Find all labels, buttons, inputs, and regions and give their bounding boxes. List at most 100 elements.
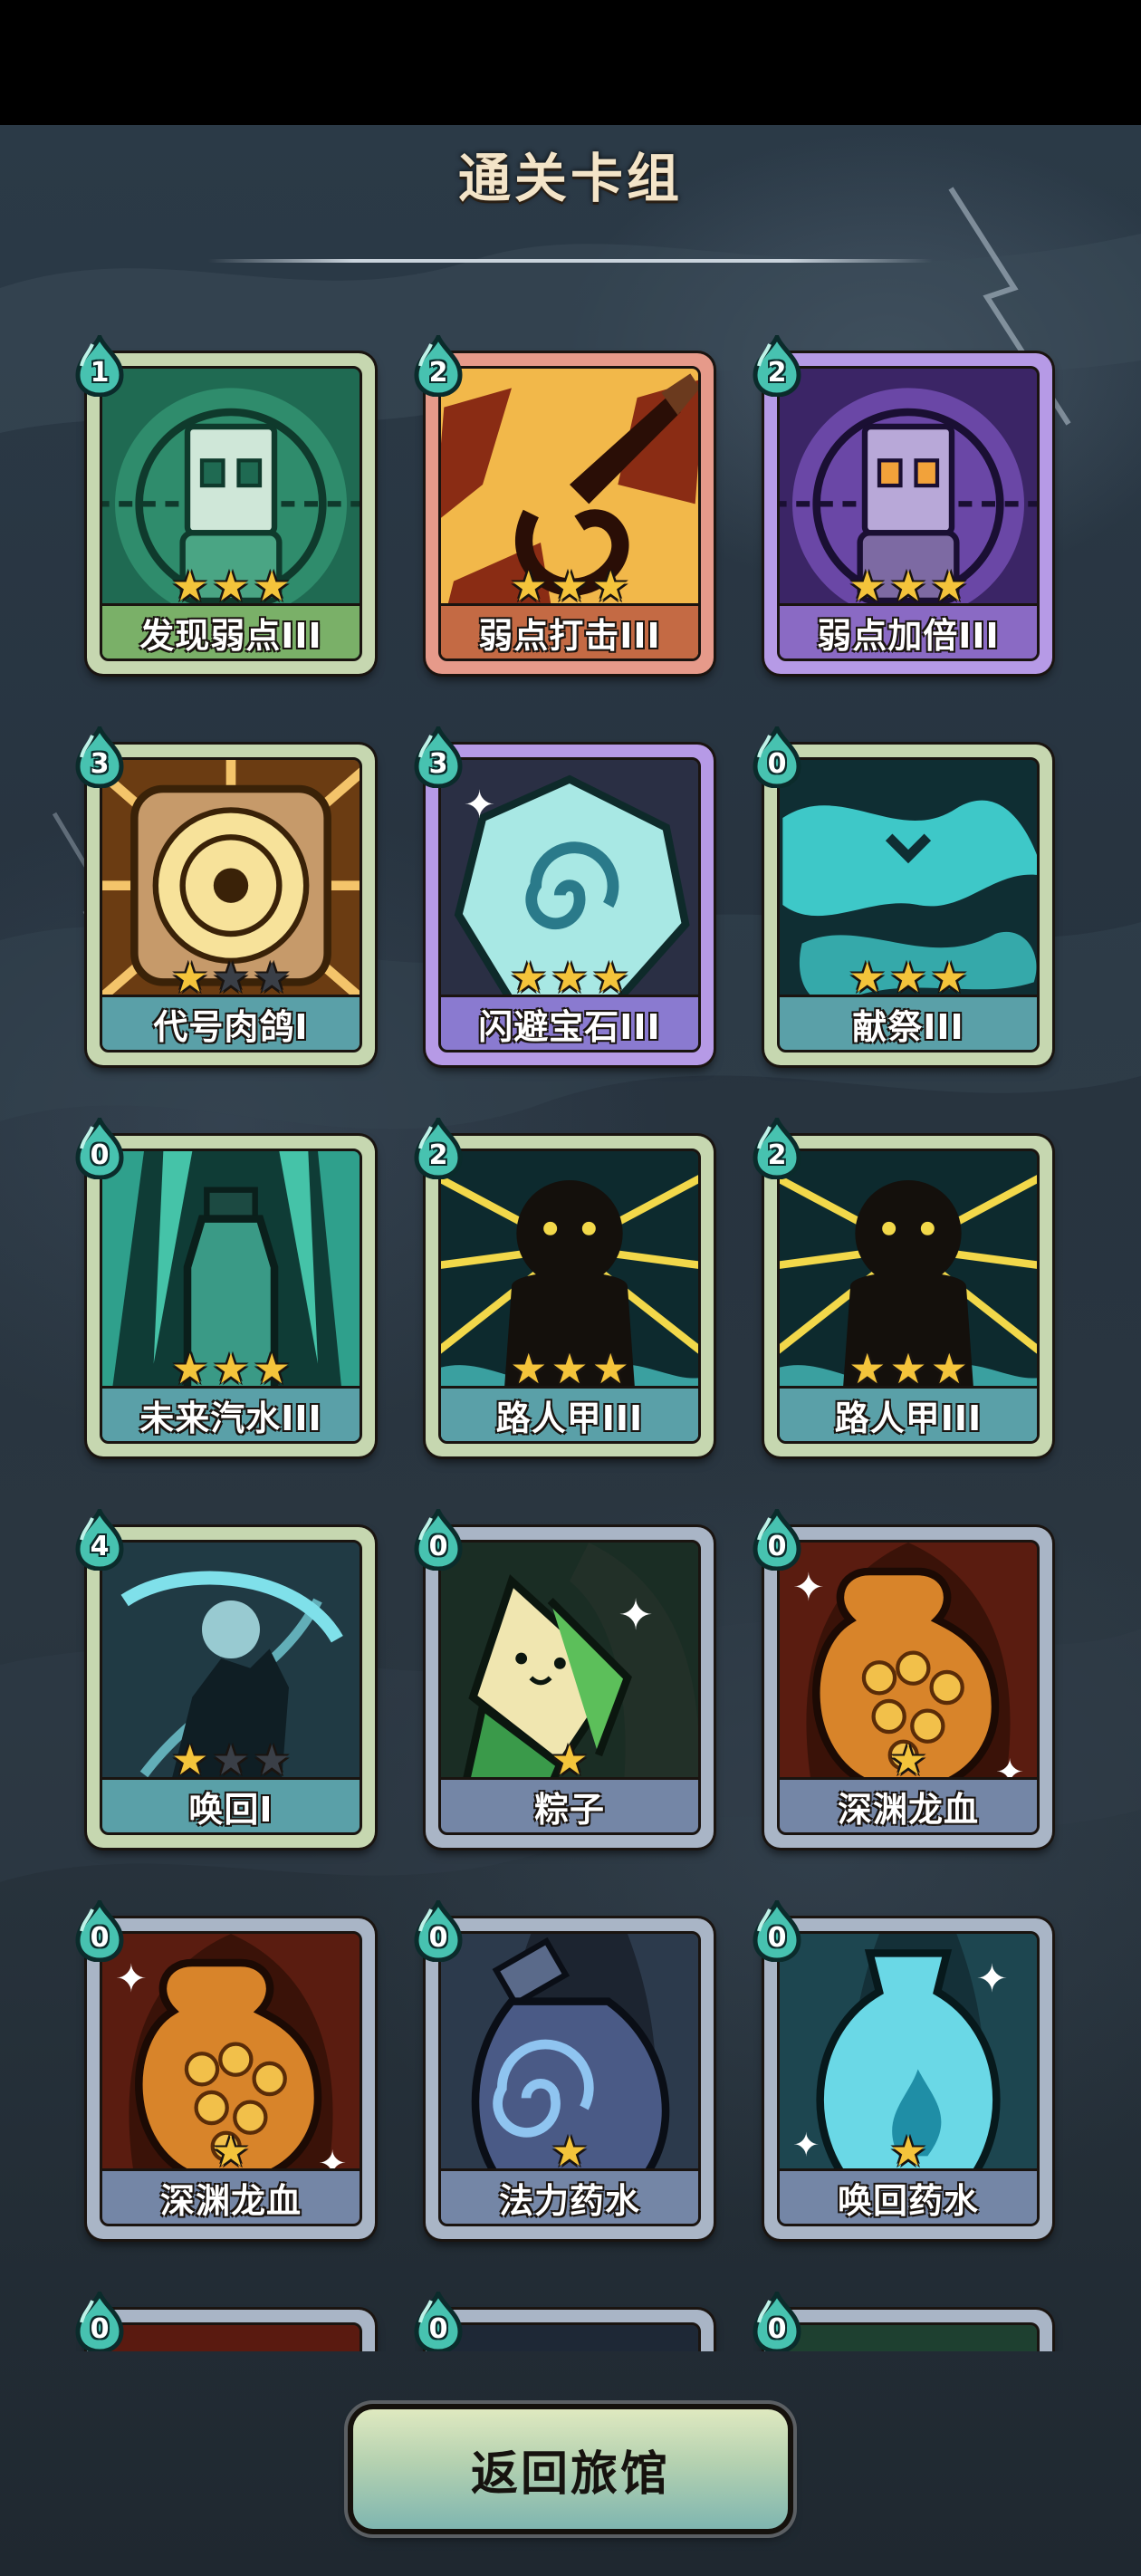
card-star-rating: ★ ★ ★ (102, 1738, 360, 1782)
card-name-bar: 路人甲III (780, 1386, 1037, 1441)
deck-card[interactable]: 0 (753, 2292, 1052, 2351)
card-face: ★ 法力药水 (438, 1931, 701, 2226)
deck-card[interactable]: ✦ ✦ ★ 唤回药水 0 (753, 1900, 1052, 2243)
star-filled-icon: ★ (212, 2127, 250, 2176)
return-to-inn-button[interactable]: 返回旅馆 (353, 2409, 788, 2529)
card-cost-badge: 0 (752, 2292, 802, 2351)
deck-card[interactable]: ★ ★ ★ 路人甲III 2 (414, 1118, 714, 1460)
card-name-bar: 唤回I (102, 1777, 360, 1832)
card-face: ✦ ✦ ★ 唤回药水 (777, 1931, 1040, 2226)
deck-card[interactable]: ★ ★ ★ 弱点加倍III 2 (753, 335, 1052, 678)
card-name-bar: 粽子 (441, 1777, 698, 1832)
card-frame: ✦ ★ ★ ★ 闪避宝石III (426, 745, 714, 1065)
card-name: 深渊龙血 (837, 1789, 979, 1830)
card-frame: ✦ ✦ ★ 唤回药水 (764, 1918, 1052, 2239)
star-filled-icon: ★ (212, 1344, 250, 1393)
card-name: 路人甲III (834, 1398, 983, 1438)
star-filled-icon: ★ (551, 2127, 589, 2176)
svg-text:✦: ✦ (464, 783, 496, 828)
card-cost: 0 (90, 1922, 110, 1954)
deck-card[interactable]: ★ ★ ★ 路人甲III 2 (753, 1118, 1052, 1460)
card-cost: 0 (428, 1922, 448, 1954)
star-filled-icon: ★ (171, 1735, 209, 1784)
card-star-rating: ★ (780, 2129, 1037, 2173)
card-star-rating: ★ ★ ★ (780, 1347, 1037, 1390)
star-filled-icon: ★ (591, 562, 629, 610)
card-face (777, 2322, 1040, 2351)
card-name-bar: 未来汽水III (102, 1386, 360, 1441)
deck-card[interactable]: ✦ ★ ★ ★ 闪避宝石III 3 (414, 726, 714, 1069)
card-cost-badge: 0 (413, 1900, 464, 1962)
card-name: 献祭III (852, 1006, 964, 1047)
card-cost-badge: 3 (74, 726, 125, 788)
deck-card[interactable]: ★ ★ ★ 代号肉鸽I 3 (75, 726, 375, 1069)
card-cost-badge: 0 (752, 1900, 802, 1962)
card-name: 路人甲III (495, 1398, 644, 1438)
card-star-rating: ★ (441, 1738, 698, 1782)
deck-card[interactable]: ★ ★ ★ 发现弱点III 1 (75, 335, 375, 678)
card-star-rating: ★ ★ ★ (780, 564, 1037, 608)
star-filled-icon: ★ (171, 953, 209, 1002)
card-face: ★ ★ ★ 弱点加倍III (777, 366, 1040, 661)
star-filled-icon: ★ (930, 1344, 968, 1393)
card-name-bar: 法力药水 (441, 2168, 698, 2224)
svg-text:✦: ✦ (618, 1591, 653, 1640)
card-star-rating: ★ (102, 2129, 360, 2173)
star-filled-icon: ★ (930, 562, 968, 610)
card-frame: ✦ ✦ ★ 深渊龙血 (87, 1918, 375, 2239)
card-name: 粽子 (533, 1789, 605, 1830)
card-star-rating: ★ ★ ★ (780, 956, 1037, 999)
star-filled-icon: ★ (551, 953, 589, 1002)
star-filled-icon: ★ (510, 1344, 548, 1393)
deck-card[interactable]: ★ ★ ★ 献祭III 0 (753, 726, 1052, 1069)
card-face: ★ ★ ★ 弱点打击III (438, 366, 701, 661)
star-filled-icon: ★ (889, 562, 927, 610)
card-cost-badge: 2 (413, 335, 464, 397)
card-cost-badge: 1 (74, 335, 125, 397)
card-frame (426, 2310, 714, 2351)
star-empty-icon: ★ (212, 953, 250, 1002)
card-frame: ★ ★ ★ 唤回I (87, 1527, 375, 1848)
card-frame: ★ ★ ★ 弱点加倍III (764, 353, 1052, 674)
card-frame (764, 2310, 1052, 2351)
deck-card[interactable]: ✦ ✦ ★ 深渊龙血 0 (75, 1900, 375, 2243)
card-name-bar: 献祭III (780, 995, 1037, 1050)
card-cost: 0 (428, 1531, 448, 1562)
card-name: 唤回I (188, 1789, 273, 1830)
card-face: ★ ★ ★ 路人甲III (777, 1149, 1040, 1444)
card-cost: 0 (90, 1139, 110, 1171)
deck-card[interactable]: ✦ ★ 粽子 0 (414, 1509, 714, 1851)
star-empty-icon: ★ (253, 1735, 291, 1784)
card-cost: 0 (767, 1922, 787, 1954)
deck-card[interactable]: ★ ★ ★ 未来汽水III 0 (75, 1118, 375, 1460)
return-to-inn-label: 返回旅馆 (470, 2446, 670, 2502)
card-frame: ★ ★ ★ 路人甲III (426, 1136, 714, 1456)
card-name-bar: 深渊龙血 (102, 2168, 360, 2224)
card-name-bar: 深渊龙血 (780, 1777, 1037, 1832)
star-filled-icon: ★ (551, 562, 589, 610)
card-face: ★ ★ ★ 唤回I (100, 1540, 362, 1835)
star-filled-icon: ★ (889, 953, 927, 1002)
star-filled-icon: ★ (510, 562, 548, 610)
card-star-rating: ★ ★ ★ (102, 1347, 360, 1390)
deck-card[interactable]: 0 (414, 2292, 714, 2351)
card-face: ✦ ★ 粽子 (438, 1540, 701, 1835)
star-empty-icon: ★ (253, 953, 291, 1002)
deck-card[interactable]: 0 (75, 2292, 375, 2351)
deck-card[interactable]: ★ 法力药水 0 (414, 1900, 714, 2243)
deck-card[interactable]: ★ ★ ★ 唤回I 4 (75, 1509, 375, 1851)
card-name-bar: 弱点打击III (441, 603, 698, 658)
card-cost-badge: 0 (752, 726, 802, 788)
card-cost: 0 (767, 1531, 787, 1562)
card-name: 弱点加倍III (817, 615, 1000, 656)
card-cost: 3 (90, 748, 110, 780)
card-cost: 0 (767, 2313, 787, 2345)
svg-text:✦: ✦ (115, 1956, 148, 2002)
deck-card[interactable]: ★ ★ ★ 弱点打击III 2 (414, 335, 714, 678)
card-art-partial-dark (441, 2325, 698, 2351)
card-cost: 3 (428, 748, 448, 780)
card-cost-badge: 0 (413, 1509, 464, 1571)
star-filled-icon: ★ (253, 1344, 291, 1393)
card-star-rating: ★ ★ ★ (441, 564, 698, 608)
deck-card[interactable]: ✦ ✦ ★ 深渊龙血 0 (753, 1509, 1052, 1851)
